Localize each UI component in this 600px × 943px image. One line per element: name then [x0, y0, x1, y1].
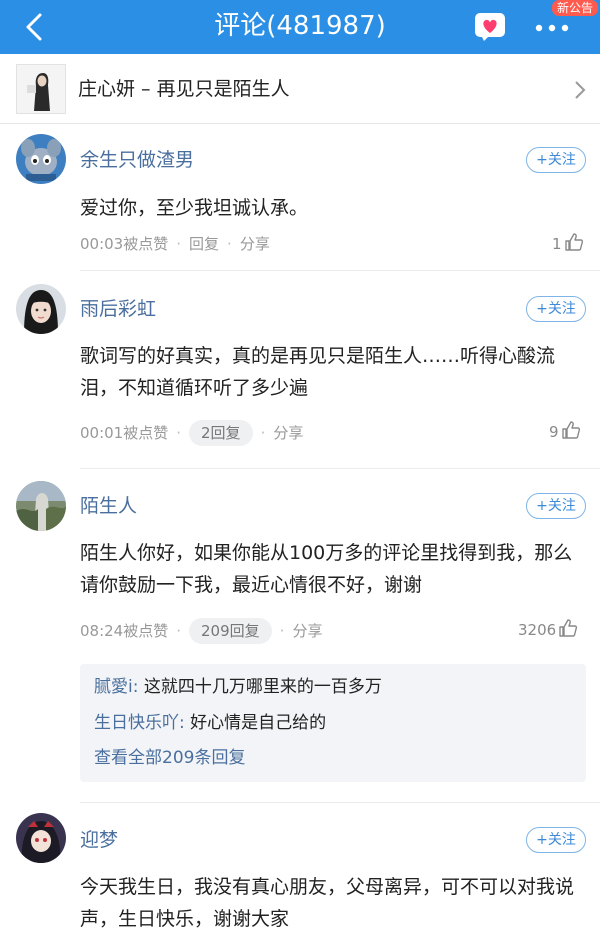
- username[interactable]: 雨后彩虹: [80, 297, 156, 321]
- reply-count-button[interactable]: 2回复: [189, 420, 253, 446]
- divider: [80, 802, 600, 803]
- username[interactable]: 余生只做渣男: [80, 148, 194, 172]
- follow-button[interactable]: +关注: [526, 296, 586, 322]
- comment-meta: 00:01被点赞 · 2回复 · 分享: [80, 420, 303, 446]
- liked-time: 00:03被点赞: [80, 235, 169, 253]
- username[interactable]: 迎梦: [80, 828, 118, 852]
- like-count: 9: [549, 423, 559, 441]
- top-bar: 评论(481987) 新公告: [0, 0, 600, 54]
- comment-text: 歌词写的好真实，真的是再见只是陌生人……听得心酸流泪，不知道循环听了多少遍: [80, 345, 556, 399]
- thumbs-up-icon: [561, 421, 580, 439]
- thumbs-up-icon: [559, 619, 578, 637]
- heart-icon[interactable]: [472, 10, 508, 42]
- avatar[interactable]: [16, 134, 66, 184]
- reply-item[interactable]: 生日快乐吖: 好心情是自己给的: [94, 711, 326, 735]
- song-title: 庄心妍 – 再见只是陌生人: [78, 78, 290, 100]
- view-all-replies-link[interactable]: 查看全部209条回复: [94, 746, 245, 770]
- reply-username[interactable]: 生日快乐吖:: [94, 713, 185, 733]
- like-button[interactable]: 9: [549, 420, 581, 444]
- divider: [80, 270, 600, 271]
- reply-item[interactable]: 腻愛i: 这就四十几万哪里来的一百多万: [94, 675, 382, 699]
- replies-box: 腻愛i: 这就四十几万哪里来的一百多万 生日快乐吖: 好心情是自己给的 查看全部…: [80, 664, 586, 782]
- share-link[interactable]: 分享: [273, 424, 303, 442]
- share-link[interactable]: 分享: [292, 622, 322, 640]
- comment-text: 陌生人你好，如果你能从100万多的评论里找得到我，那么请你鼓励一下我，最近心情很…: [80, 542, 573, 596]
- avatar[interactable]: [16, 813, 66, 863]
- reply-username[interactable]: 腻愛i:: [94, 677, 138, 697]
- share-link[interactable]: 分享: [240, 235, 270, 253]
- reply-link[interactable]: 回复: [189, 235, 219, 253]
- liked-time: 00:01被点赞: [80, 424, 169, 442]
- reply-text: 这就四十几万哪里来的一百多万: [143, 677, 382, 697]
- chevron-right-icon: [574, 80, 586, 100]
- comment-meta: 00:03被点赞 · 回复 · 分享: [80, 235, 270, 253]
- reply-count-button[interactable]: 209回复: [189, 618, 272, 644]
- username[interactable]: 陌生人: [80, 494, 137, 518]
- like-button[interactable]: 1: [552, 232, 584, 256]
- new-announcement-badge[interactable]: 新公告: [552, 0, 599, 16]
- song-info-row[interactable]: 庄心妍 – 再见只是陌生人: [0, 54, 600, 124]
- liked-time: 08:24被点赞: [80, 622, 169, 640]
- thumbs-up-icon: [564, 233, 583, 251]
- like-count: 1: [552, 235, 562, 253]
- divider: [80, 468, 600, 469]
- album-cover-image: [16, 64, 66, 114]
- comment-text: 今天我生日，我没有真心朋友，父母离异，可不可以对我说声，生日快乐，谢谢大家: [80, 876, 575, 930]
- comment-meta: 08:24被点赞 · 209回复 · 分享: [80, 618, 322, 644]
- follow-button[interactable]: +关注: [526, 827, 586, 853]
- avatar[interactable]: [16, 481, 66, 531]
- avatar[interactable]: [16, 284, 66, 334]
- follow-button[interactable]: +关注: [526, 493, 586, 519]
- like-button[interactable]: 3206: [518, 618, 578, 642]
- follow-button[interactable]: +关注: [526, 147, 586, 173]
- reply-text: 好心情是自己给的: [190, 713, 327, 733]
- more-options-icon[interactable]: [530, 12, 574, 40]
- like-count: 3206: [518, 621, 557, 639]
- comment-text: 爱过你，至少我坦诚认承。: [80, 197, 309, 219]
- page-title: 评论(481987): [214, 11, 386, 41]
